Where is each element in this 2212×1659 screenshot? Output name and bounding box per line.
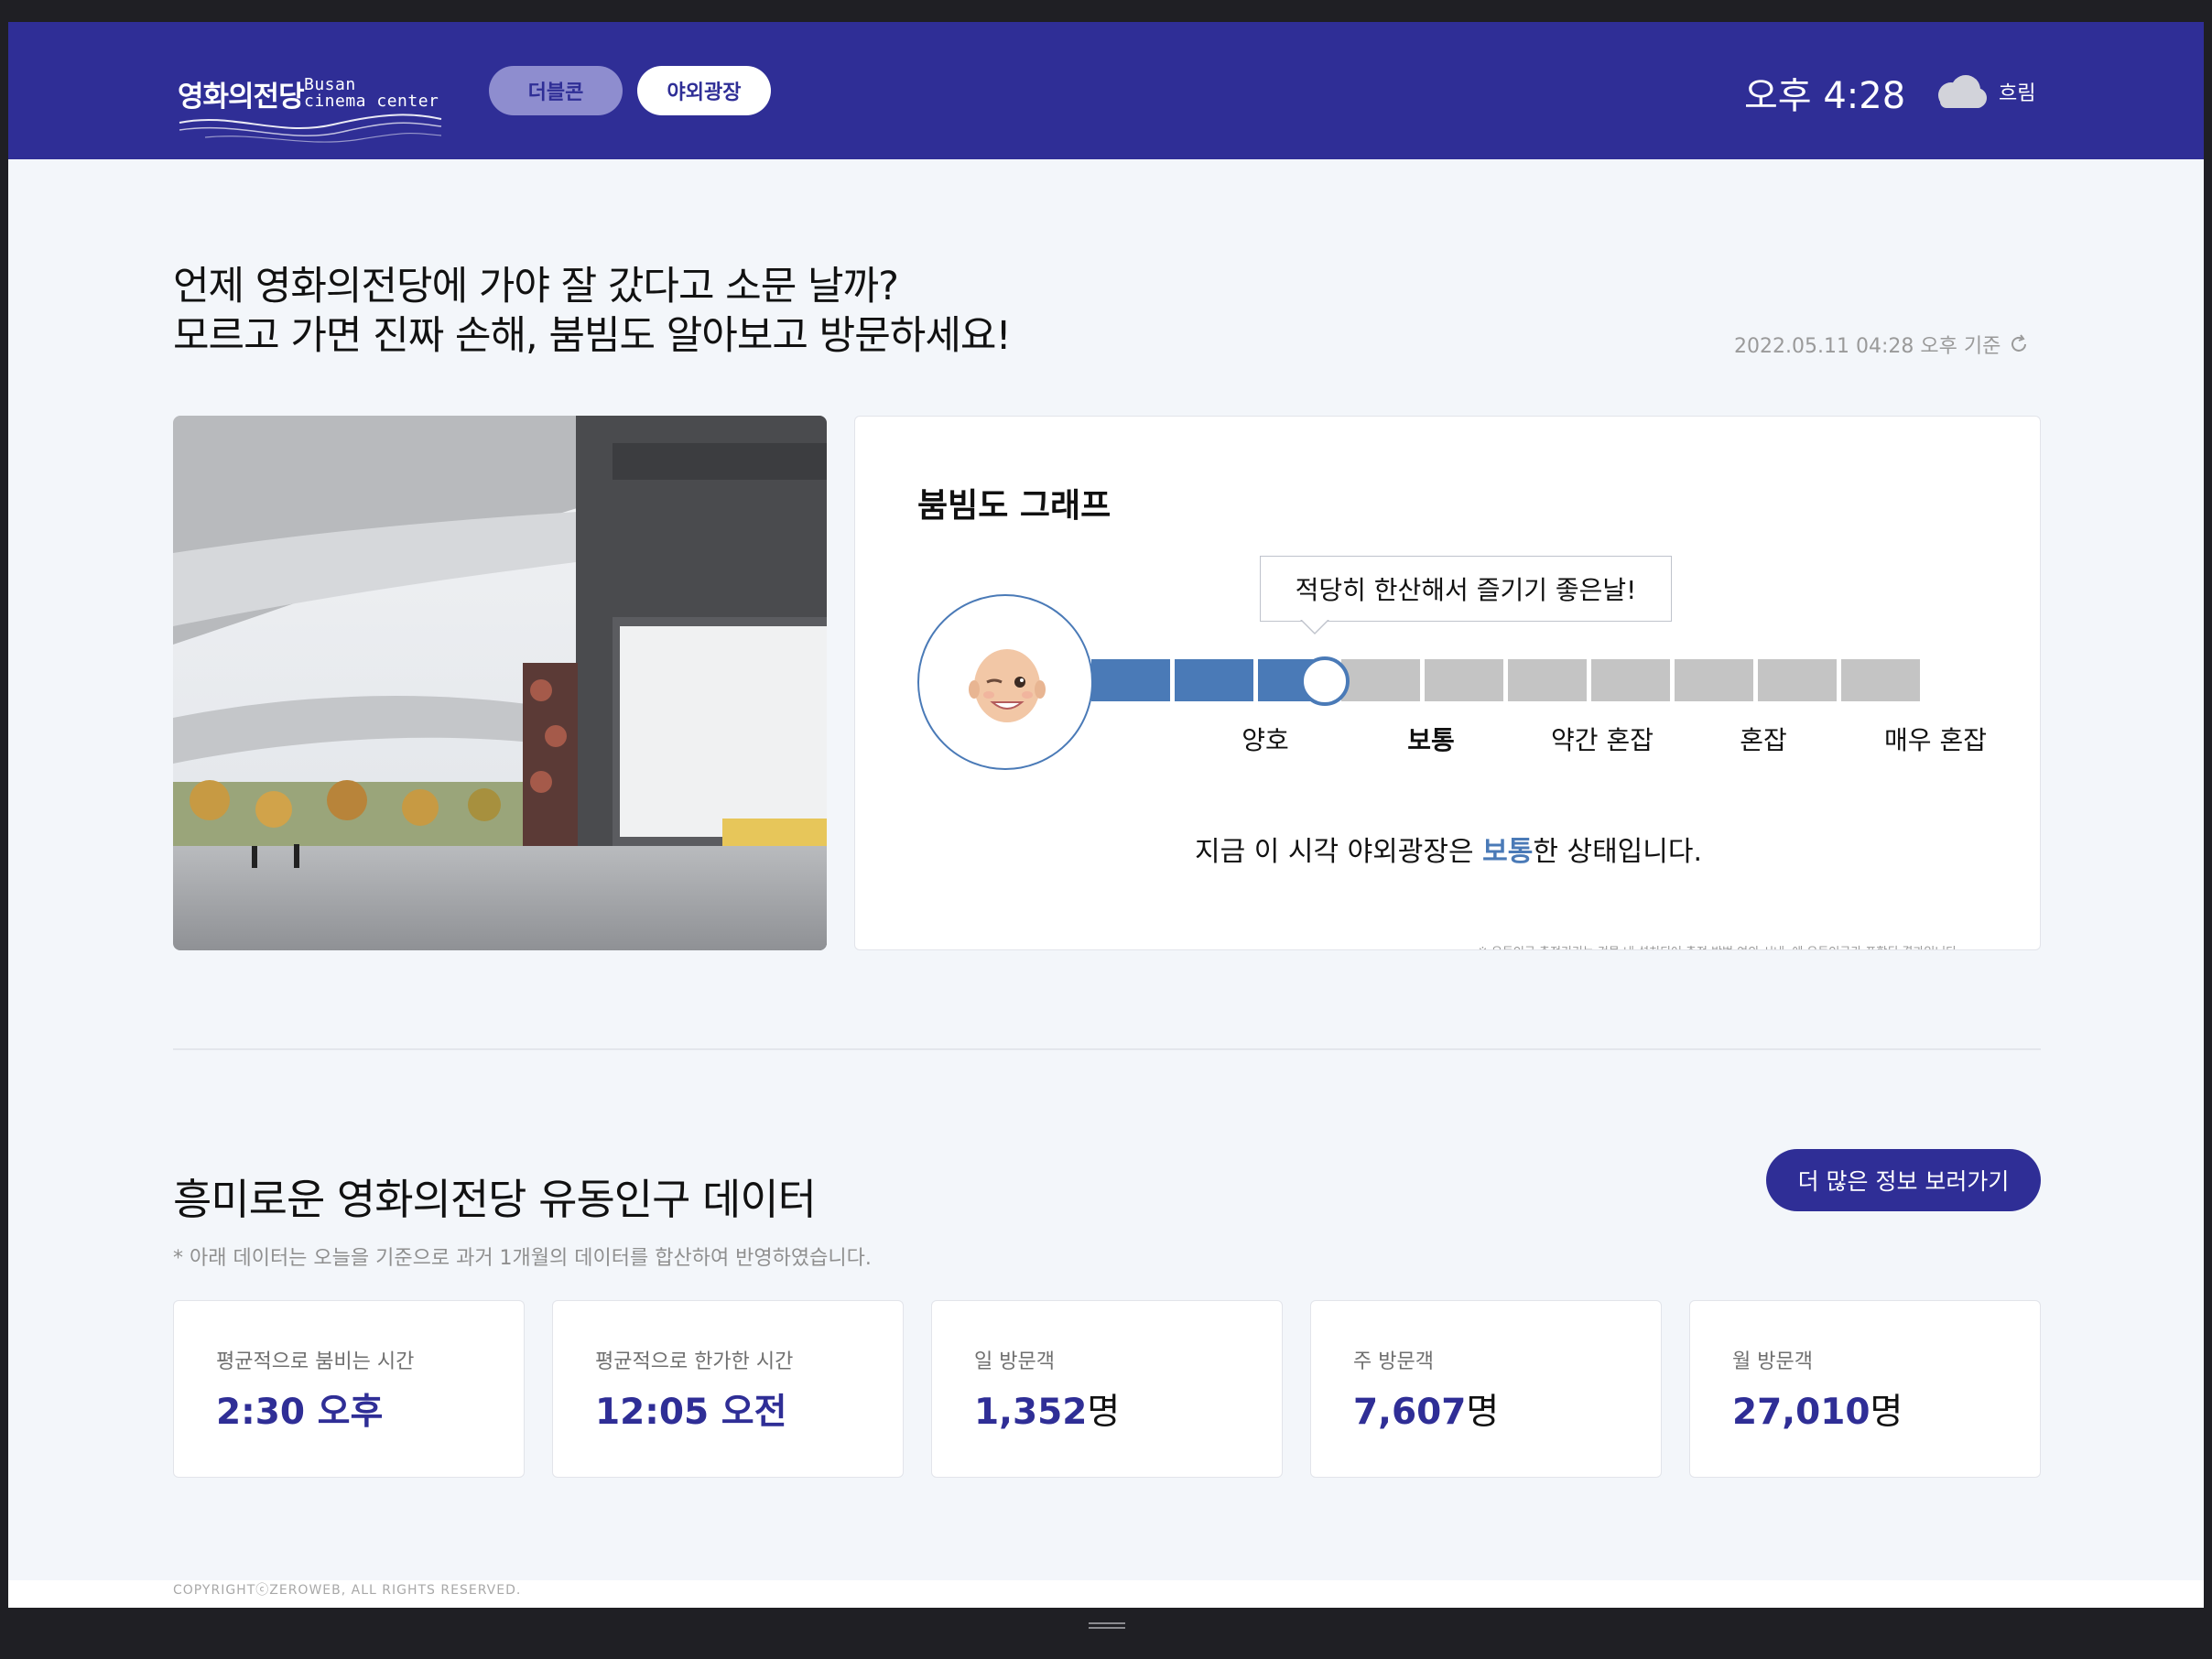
congestion-segment — [1758, 659, 1837, 701]
logo-wave-icon — [179, 114, 442, 143]
congestion-segment — [1091, 659, 1170, 701]
scale-label-good: 양호 — [1242, 725, 1289, 755]
congestion-segment — [1425, 659, 1503, 701]
window-resize-handle-icon[interactable] — [1089, 1621, 1125, 1631]
logo-english-text: Busan cinema center — [304, 75, 439, 111]
logo-korean-text: 영화의전당 — [178, 81, 305, 114]
congestion-tooltip: 적당히 한산해서 즐기기 좋은날! — [1260, 556, 1672, 622]
tab-doublecone[interactable]: 더블콘 — [489, 66, 623, 115]
scale-label-slightly-crowded: 약간 혼잡 — [1551, 725, 1654, 755]
stat-label: 평균적으로 한가한 시간 — [595, 1350, 794, 1373]
congestion-segment — [1591, 659, 1670, 701]
stat-label: 평균적으로 붐비는 시간 — [216, 1350, 415, 1373]
congestion-segment — [1841, 659, 1920, 701]
stat-value: 2:30 오후 — [216, 1392, 384, 1433]
congestion-status-text: 지금 이 시각 야외광장은 보통한 상태입니다. — [1194, 836, 1703, 868]
stat-card-busiest-time: 평균적으로 붐비는 시간 2:30 오후 — [173, 1300, 525, 1478]
stats-section-note: * 아래 데이터는 오늘을 기준으로 과거 1개월의 데이터를 합산하여 반영하… — [173, 1247, 872, 1270]
congestion-graph-card: 붐빔도 그래프 적당히 한산해서 즐기기 좋은날! 양호 보통 약간 혼잡 혼잡… — [854, 416, 2041, 950]
headline-line-1: 언제 영화의전당에 가야 잘 갔다고 소문 날까? — [173, 264, 899, 309]
stat-value: 1,352명 — [974, 1392, 1121, 1433]
scale-label-very-crowded: 매우 혼잡 — [1884, 725, 1987, 755]
scale-label-normal: 보통 — [1407, 725, 1455, 755]
stat-label: 월 방문객 — [1732, 1350, 1813, 1373]
stat-label: 일 방문객 — [974, 1350, 1055, 1373]
cloud-icon — [1938, 75, 1987, 108]
headline-line-2: 모르고 가면 진짜 손해, 붐빔도 알아보고 방문하세요! — [173, 313, 1012, 359]
top-header: 영화의전당 Busan cinema center 더블콘 야외광장 오후 4:… — [8, 22, 2204, 159]
winking-face-icon — [969, 649, 1046, 722]
page-headline: 언제 영화의전당에 가야 잘 갔다고 소문 날까? 모르고 가면 진짜 손해, … — [173, 262, 1012, 361]
stat-card-quietest-time: 평균적으로 한가한 시간 12:05 오전 — [552, 1300, 904, 1478]
more-info-button[interactable]: 더 많은 정보 보러가기 — [1766, 1149, 2041, 1211]
stat-card-daily-visitors: 일 방문객 1,352명 — [931, 1300, 1283, 1478]
congestion-segment — [1675, 659, 1753, 701]
stats-section-title: 흥미로운 영화의전당 유동인구 데이터 — [173, 1175, 817, 1224]
weather-label: 흐림 — [1999, 82, 2036, 105]
congestion-segment — [1341, 659, 1420, 701]
app-screen: 영화의전당 Busan cinema center 더블콘 야외광장 오후 4:… — [8, 22, 2204, 1608]
stat-card-monthly-visitors: 월 방문객 27,010명 — [1689, 1300, 2041, 1478]
section-divider — [173, 1048, 2041, 1050]
timestamp-text: 2022.05.11 04:28 오후 기준 — [1734, 335, 2001, 358]
scale-label-crowded: 혼잡 — [1740, 725, 1787, 755]
busan-cinema-center-logo[interactable]: 영화의전당 Busan cinema center — [178, 53, 452, 154]
stat-value: 7,607명 — [1353, 1392, 1500, 1433]
congestion-segment — [1175, 659, 1253, 701]
stat-label: 주 방문객 — [1353, 1350, 1434, 1373]
congestion-level-indicator — [1300, 656, 1350, 706]
outdoor-plaza-photo — [173, 416, 827, 950]
stat-card-weekly-visitors: 주 방문객 7,607명 — [1310, 1300, 1662, 1478]
congestion-segment — [1508, 659, 1587, 701]
data-timestamp: 2022.05.11 04:28 오후 기준 — [1734, 330, 2030, 359]
tab-outdoor-plaza[interactable]: 야외광장 — [637, 66, 771, 115]
refresh-icon[interactable] — [2008, 333, 2030, 355]
congestion-status-level: 보통 — [1482, 836, 1534, 868]
congestion-graph-title: 붐빔도 그래프 — [917, 487, 1111, 525]
measurement-disclaimer: ※ 유동인구 측정기기는 건물 내 설치되어 측정 방법 여의 시내, 에 유동… — [1478, 942, 1960, 949]
current-time: 오후 4:28 — [1744, 75, 1906, 117]
outdoor-plaza-photo-image — [173, 416, 827, 950]
avatar — [917, 594, 1093, 770]
copyright-text: COPYRIGHTⓒZEROWEB, ALL RIGHTS RESERVED. — [173, 1583, 522, 1598]
tooltip-pointer — [1300, 619, 1329, 634]
stat-value: 27,010명 — [1732, 1392, 1903, 1433]
stat-value: 12:05 오전 — [595, 1392, 787, 1433]
